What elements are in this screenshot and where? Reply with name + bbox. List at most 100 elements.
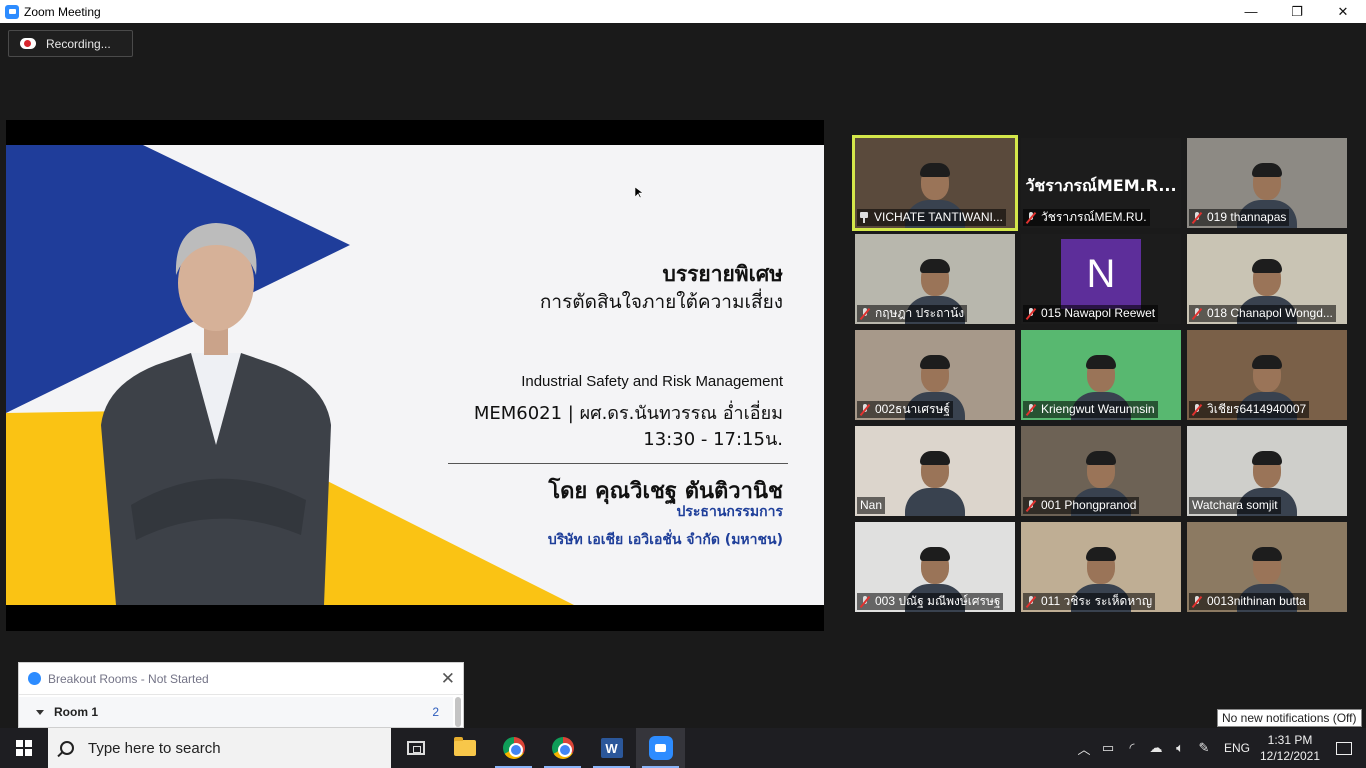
notification-center-button[interactable]: [1322, 728, 1366, 768]
participant-name: 019 thannapas: [1207, 210, 1287, 224]
participant-name: วัชราภรณ์MEM.RU.: [1041, 210, 1147, 224]
file-explorer-button[interactable]: [440, 728, 489, 768]
restore-button[interactable]: ❐: [1274, 0, 1320, 23]
volume-icon[interactable]: 🔈︎: [1168, 728, 1192, 768]
participant-name-label: 002ธนาเศรษฐ์: [857, 401, 953, 418]
participant-name: 002ธนาเศรษฐ์: [875, 402, 950, 416]
zoom-icon: [648, 736, 673, 760]
participant-name-label: Kriengwut Warunnsin: [1023, 401, 1158, 418]
recording-indicator[interactable]: Recording...: [8, 30, 133, 57]
chrome-button[interactable]: [489, 728, 538, 768]
search-icon: [60, 741, 74, 755]
participant-tile[interactable]: วัชราภรณ์MEM.R... วัชราภรณ์MEM.RU.: [1021, 138, 1181, 228]
mic-muted-icon: [1192, 403, 1202, 416]
participant-name-label: 001 Phongpranod: [1023, 497, 1140, 514]
slide-divider: [448, 463, 788, 464]
room-participant-count: 2: [432, 705, 439, 719]
participant-name-label: 011 วชิระ ระเห็ดหาญ: [1023, 593, 1156, 610]
scrollbar[interactable]: [455, 697, 461, 727]
participant-name: Nan: [860, 498, 883, 512]
word-button[interactable]: W: [587, 728, 636, 768]
participant-tile[interactable]: 0013nithinan butta: [1187, 522, 1347, 612]
breakout-rooms-header: Breakout Rooms - Not Started ✕: [19, 663, 463, 695]
mouse-cursor-icon: [635, 187, 643, 199]
onedrive-icon[interactable]: ☁: [1144, 728, 1168, 768]
participant-tile[interactable]: วิเชียร6414940007: [1187, 330, 1347, 420]
participant-tile[interactable]: 002ธนาเศรษฐ์: [855, 330, 1015, 420]
participant-name-label: วัชราภรณ์MEM.RU.: [1023, 209, 1150, 226]
notification-tooltip: No new notifications (Off): [1217, 709, 1362, 727]
participant-name: 003 ปณัฐ มณีพงษ์เศรษฐ: [875, 594, 1001, 608]
mic-muted-icon: [1192, 307, 1202, 320]
windows-taskbar: Type here to search W ︿ ▭ ◜ ☁ 🔈︎ ✎ ENG 1…: [0, 728, 1366, 768]
minimize-button[interactable]: —: [1228, 0, 1274, 23]
participant-display-name: วัชราภรณ์MEM.R...: [1025, 176, 1177, 195]
participant-name: Kriengwut Warunnsin: [1041, 402, 1155, 416]
zoom-app-icon: [5, 4, 19, 19]
taskbar-search-box[interactable]: Type here to search: [48, 728, 391, 768]
mic-muted-icon: [1192, 211, 1202, 224]
participant-name: วิเชียร6414940007: [1207, 402, 1307, 416]
folder-icon: [453, 737, 476, 756]
participant-name: Watchara somjit: [1192, 498, 1278, 512]
participant-name-label: กฤษฎา ประถาน้ง: [857, 305, 968, 322]
participant-name-label: 019 thannapas: [1189, 209, 1290, 226]
system-tray: ︿ ▭ ◜ ☁ 🔈︎ ✎ ENG 1:31 PM 12/12/2021: [1072, 728, 1366, 768]
slide-time: 13:30 - 17:15น.: [643, 429, 783, 450]
participant-name: 018 Chanapol Wongd...: [1207, 306, 1333, 320]
breakout-room-row[interactable]: Room 1 2: [19, 697, 453, 727]
participant-tile[interactable]: 018 Chanapol Wongd...: [1187, 234, 1347, 324]
mic-muted-icon: [860, 307, 870, 320]
pin-icon: [860, 212, 868, 223]
participant-name-label: 015 Nawapol Reewet: [1023, 305, 1159, 322]
slide-course: Industrial Safety and Risk Management: [521, 373, 783, 390]
mic-muted-icon: [860, 403, 870, 416]
system-clock[interactable]: 1:31 PM 12/12/2021: [1258, 732, 1322, 764]
close-icon[interactable]: ✕: [441, 669, 455, 689]
mic-muted-icon: [1026, 211, 1036, 224]
participant-name-label: 0013nithinan butta: [1189, 593, 1309, 610]
participant-tile[interactable]: Kriengwut Warunnsin: [1021, 330, 1181, 420]
mic-muted-icon: [1026, 499, 1036, 512]
participant-name: 001 Phongpranod: [1041, 498, 1137, 512]
mic-muted-icon: [1026, 403, 1036, 416]
wifi-icon[interactable]: ◜: [1120, 728, 1144, 768]
input-language[interactable]: ENG: [1224, 741, 1250, 755]
participant-tile[interactable]: N 015 Nawapol Reewet: [1021, 234, 1181, 324]
start-button[interactable]: [0, 728, 48, 768]
recording-icon: [20, 38, 36, 49]
pen-icon[interactable]: ✎: [1192, 728, 1216, 768]
participant-tile[interactable]: 001 Phongpranod: [1021, 426, 1181, 516]
participant-tile[interactable]: 019 thannapas: [1187, 138, 1347, 228]
mic-muted-icon: [1026, 307, 1036, 320]
mic-muted-icon: [1026, 595, 1036, 608]
zoom-icon: [28, 672, 41, 685]
task-view-button[interactable]: [391, 728, 440, 768]
chevron-up-icon[interactable]: ︿: [1072, 728, 1096, 768]
participant-tile[interactable]: Nan: [855, 426, 1015, 516]
participant-tile[interactable]: 003 ปณัฐ มณีพงษ์เศรษฐ: [855, 522, 1015, 612]
participant-name: VICHATE TANTIWANI...: [874, 210, 1003, 224]
search-placeholder: Type here to search: [88, 739, 221, 757]
chrome-profile-button[interactable]: [538, 728, 587, 768]
mic-muted-icon: [860, 595, 870, 608]
presentation-slide: บรรยายพิเศษ การตัดสินใจภายใต้ความเสี่ยง …: [6, 145, 824, 605]
close-button[interactable]: ✕: [1320, 0, 1366, 23]
mic-muted-icon: [1192, 595, 1202, 608]
word-icon: W: [600, 738, 623, 758]
participant-tile[interactable]: VICHATE TANTIWANI...: [852, 135, 1018, 231]
slide-company: บริษัท เอเชีย เอวิเอชั่น จำกัด (มหาชน): [547, 532, 783, 548]
participant-avatar: N: [1061, 239, 1141, 309]
clock-time: 1:31 PM: [1267, 733, 1313, 747]
participant-tile[interactable]: Watchara somjit: [1187, 426, 1347, 516]
network-adapter-icon[interactable]: ▭: [1096, 728, 1120, 768]
participant-name-label: VICHATE TANTIWANI...: [857, 209, 1006, 226]
breakout-rooms-panel: Breakout Rooms - Not Started ✕ Room 1 2: [18, 662, 464, 728]
participant-name: 015 Nawapol Reewet: [1041, 306, 1156, 320]
participant-tile[interactable]: 011 วชิระ ระเห็ดหาญ: [1021, 522, 1181, 612]
chevron-down-icon[interactable]: [36, 709, 44, 715]
notification-icon: [1336, 741, 1352, 755]
chrome-icon: [502, 737, 525, 759]
participant-tile[interactable]: กฤษฎา ประถาน้ง: [855, 234, 1015, 324]
zoom-taskbar-button[interactable]: [636, 728, 685, 768]
